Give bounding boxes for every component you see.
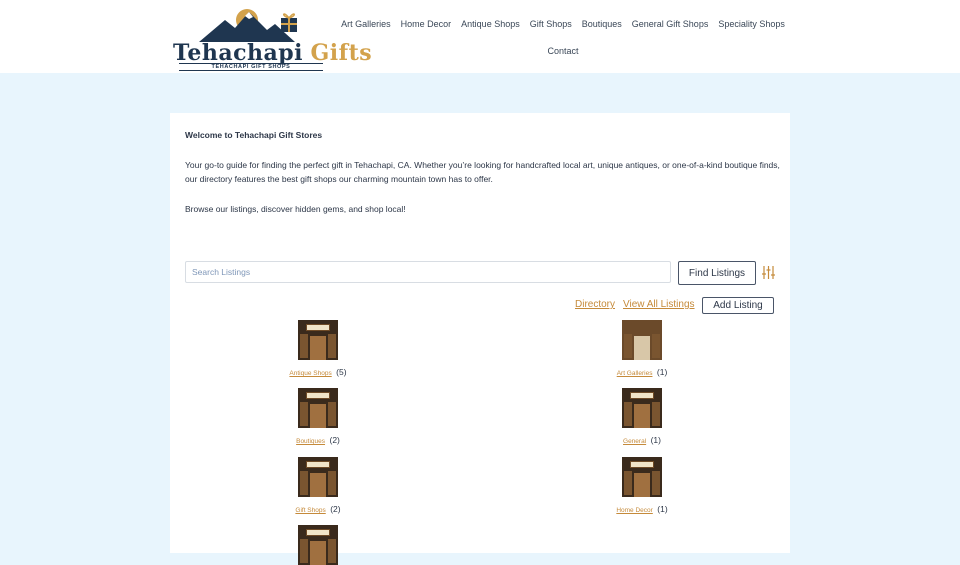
nav-boutiques[interactable]: Boutiques xyxy=(577,12,627,36)
category-item: General (1) xyxy=(582,388,702,448)
category-count: (2) xyxy=(330,504,341,514)
category-item: Gift Shops (2) xyxy=(258,457,378,517)
category-link[interactable]: Home Decor xyxy=(616,507,652,514)
category-thumbnail[interactable] xyxy=(298,457,338,497)
nav-contact[interactable]: Contact xyxy=(542,39,583,63)
category-link[interactable]: Antique Shops xyxy=(289,370,331,377)
category-count: (1) xyxy=(650,435,661,445)
category-item: Home Decor (1) xyxy=(582,457,702,517)
view-all-listings-link[interactable]: View All Listings xyxy=(623,299,695,310)
category-thumbnail[interactable] xyxy=(298,388,338,428)
category-link[interactable]: General xyxy=(623,438,646,445)
main-nav: Art Galleries Home Decor Antique Shops G… xyxy=(338,12,788,63)
category-count: (5) xyxy=(336,367,347,377)
category-link[interactable]: Boutiques xyxy=(296,438,325,445)
category-item: Art Galleries (1) xyxy=(582,320,702,380)
category-link[interactable]: Gift Shops xyxy=(295,507,325,514)
category-count: (1) xyxy=(657,504,668,514)
intro-paragraph: Your go-to guide for finding the perfect… xyxy=(185,160,780,184)
logo-tagline: TEHACHAPI GIFT SHOPS xyxy=(179,63,323,71)
category-item: Boutiques (2) xyxy=(258,388,378,448)
category-count: (2) xyxy=(329,435,340,445)
search-input[interactable] xyxy=(185,261,671,283)
category-item: Antique Shops (5) xyxy=(258,320,378,380)
category-thumbnail[interactable] xyxy=(622,388,662,428)
category-count: (1) xyxy=(656,367,668,377)
category-thumbnail[interactable] xyxy=(622,320,662,360)
nav-general-gift-shops[interactable]: General Gift Shops xyxy=(627,12,714,36)
content-card: Welcome to Tehachapi Gift Stores Your go… xyxy=(170,113,790,565)
nav-home-decor[interactable]: Home Decor xyxy=(396,12,457,36)
category-thumbnail[interactable] xyxy=(298,320,338,360)
nav-antique-shops[interactable]: Antique Shops xyxy=(456,12,525,36)
category-thumbnail[interactable] xyxy=(298,525,338,565)
nav-gift-shops[interactable]: Gift Shops xyxy=(525,12,577,36)
site-logo[interactable]: Tehachapi Gifts TEHACHAPI GIFT SHOPS xyxy=(173,6,372,71)
category-thumbnail[interactable] xyxy=(622,457,662,497)
browse-paragraph: Browse our listings, discover hidden gem… xyxy=(185,204,406,214)
add-listing-button[interactable]: Add Listing xyxy=(702,297,774,314)
page-title: Welcome to Tehachapi Gift Stores xyxy=(185,130,323,140)
category-link[interactable]: Art Galleries xyxy=(617,370,653,377)
nav-art-galleries[interactable]: Art Galleries xyxy=(336,12,396,36)
nav-speciality-shops[interactable]: Speciality Shops xyxy=(713,12,790,36)
mountain-logo-icon xyxy=(199,9,297,42)
find-listings-button[interactable]: Find Listings xyxy=(678,261,756,285)
sliders-icon[interactable] xyxy=(762,266,775,279)
directory-link[interactable]: Directory xyxy=(575,299,615,310)
site-header: Tehachapi Gifts TEHACHAPI GIFT SHOPS Art… xyxy=(0,0,960,73)
category-item xyxy=(258,525,378,565)
